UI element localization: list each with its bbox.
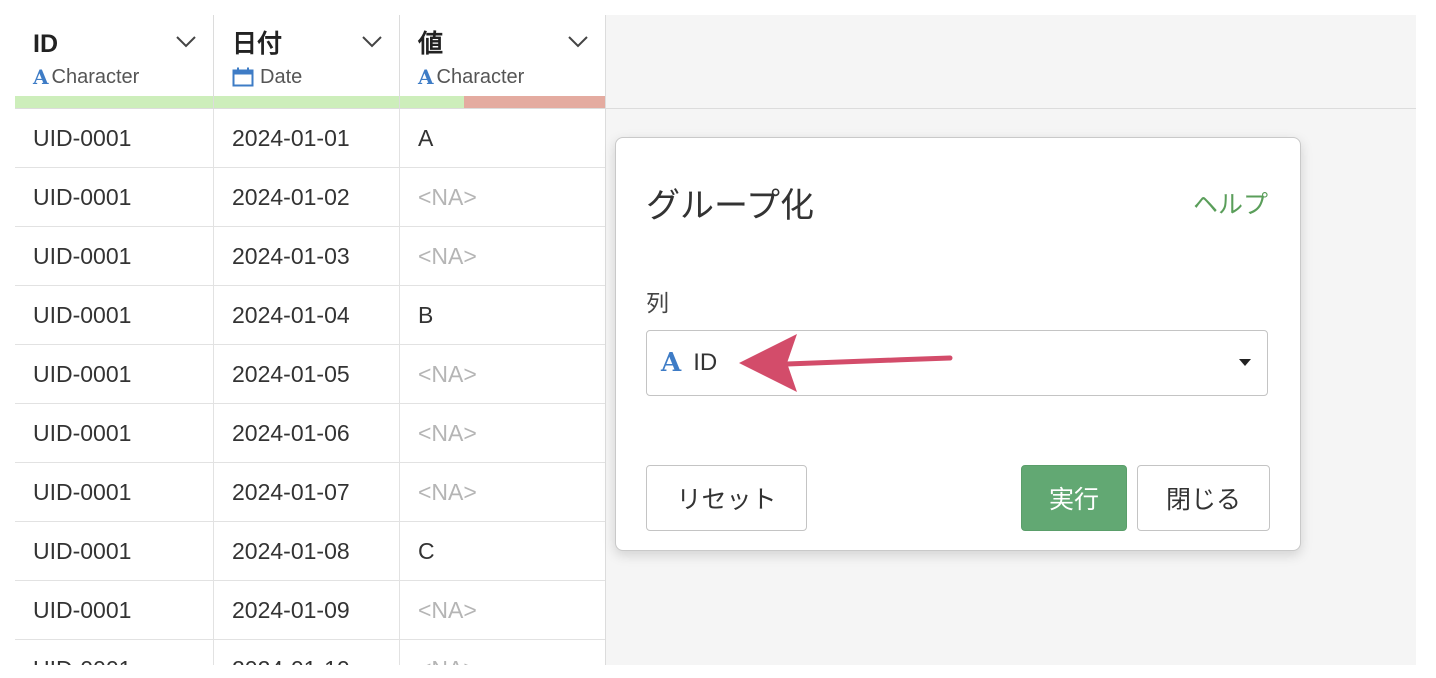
table-row[interactable]: UID-0001 2024-01-03 <NA> xyxy=(15,227,605,286)
quality-ok-segment xyxy=(214,96,399,108)
column-field-label: 列 xyxy=(646,290,669,316)
table-row[interactable]: UID-0001 2024-01-06 <NA> xyxy=(15,404,605,463)
table-cell-value[interactable]: B xyxy=(400,286,605,344)
table-row[interactable]: UID-0001 2024-01-05 <NA> xyxy=(15,345,605,404)
selected-column-value: ID xyxy=(693,349,718,376)
table-cell-value[interactable]: <NA> xyxy=(400,227,605,285)
chevron-down-icon[interactable] xyxy=(567,35,589,49)
caret-down-icon xyxy=(1239,359,1251,366)
column-type-label: Character xyxy=(51,66,140,88)
column-header-date[interactable]: 日付 Date xyxy=(214,15,400,108)
table-cell-value[interactable]: <NA> xyxy=(400,581,605,639)
table-cell-date[interactable]: 2024-01-09 xyxy=(214,581,400,639)
column-headers: ID A Character 日付 Date 値 A Character xyxy=(15,15,605,109)
group-by-dialog: グループ化 ヘルプ 列 A ID リセット 実行 閉じる xyxy=(615,137,1301,551)
column-select[interactable]: A ID xyxy=(646,330,1268,396)
character-type-icon: A xyxy=(418,65,434,89)
column-name: 値 xyxy=(418,30,444,58)
dialog-title: グループ化 xyxy=(646,187,814,225)
table-cell-date[interactable]: 2024-01-06 xyxy=(214,404,400,462)
table-cell-date[interactable]: 2024-01-04 xyxy=(214,286,400,344)
table-cell-id[interactable]: UID-0001 xyxy=(15,463,214,521)
table-cell-value[interactable]: <NA> xyxy=(400,345,605,403)
chevron-down-icon[interactable] xyxy=(361,35,383,49)
table-cell-value[interactable]: <NA> xyxy=(400,640,605,666)
table-cell-value[interactable]: <NA> xyxy=(400,168,605,226)
table-row[interactable]: UID-0001 2024-01-01 A xyxy=(15,109,605,168)
table-cell-date[interactable]: 2024-01-08 xyxy=(214,522,400,580)
table-cell-value[interactable]: C xyxy=(400,522,605,580)
table-cell-date[interactable]: 2024-01-02 xyxy=(214,168,400,226)
table-cell-date[interactable]: 2024-01-01 xyxy=(214,109,400,167)
table-row[interactable]: UID-0001 2024-01-09 <NA> xyxy=(15,581,605,640)
table-cell-id[interactable]: UID-0001 xyxy=(15,286,214,344)
character-type-icon: A xyxy=(661,348,682,378)
close-button[interactable]: 閉じる xyxy=(1137,465,1270,531)
column-type: Date xyxy=(232,65,381,89)
table-cell-date[interactable]: 2024-01-03 xyxy=(214,227,400,285)
table-row[interactable]: UID-0001 2024-01-07 <NA> xyxy=(15,463,605,522)
table-row[interactable]: UID-0001 2024-01-02 <NA> xyxy=(15,168,605,227)
table-cell-id[interactable]: UID-0001 xyxy=(15,109,214,167)
quality-ok-segment xyxy=(15,96,213,108)
column-type-label: Date xyxy=(260,66,303,88)
calendar-icon xyxy=(232,67,254,87)
table-cell-value[interactable]: <NA> xyxy=(400,463,605,521)
table-cell-date[interactable]: 2024-01-05 xyxy=(214,345,400,403)
table-cell-id[interactable]: UID-0001 xyxy=(15,522,214,580)
table-cell-date[interactable]: 2024-01-10 xyxy=(214,640,400,665)
table-cell-id[interactable]: UID-0001 xyxy=(15,581,214,639)
column-header-value[interactable]: 値 A Character xyxy=(400,15,605,108)
chevron-down-icon[interactable] xyxy=(175,35,197,49)
table-body: UID-0001 2024-01-01 A UID-0001 2024-01-02 <NA… xyxy=(15,109,605,665)
table-cell-id[interactable]: UID-0001 xyxy=(15,168,214,226)
character-type-icon: A xyxy=(33,65,49,89)
page: ID A Character 日付 Date 値 A Character UID… xyxy=(0,0,1436,678)
data-quality-bar xyxy=(214,96,399,108)
quality-ok-segment xyxy=(400,96,464,108)
run-button[interactable]: 実行 xyxy=(1021,465,1127,531)
data-table: ID A Character 日付 Date 値 A Character UID… xyxy=(15,15,606,665)
column-name: 日付 xyxy=(232,30,283,58)
help-link[interactable]: ヘルプ xyxy=(1193,190,1268,220)
column-name: ID xyxy=(33,30,58,58)
table-cell-id[interactable]: UID-0001 xyxy=(15,227,214,285)
table-row[interactable]: UID-0001 2024-01-08 C xyxy=(15,522,605,581)
table-cell-id[interactable]: UID-0001 xyxy=(15,404,214,462)
column-header-id[interactable]: ID A Character xyxy=(15,15,214,108)
table-cell-value[interactable]: <NA> xyxy=(400,404,605,462)
table-cell-id[interactable]: UID-0001 xyxy=(15,640,214,665)
data-quality-bar xyxy=(400,96,605,108)
data-quality-bar xyxy=(15,96,213,108)
reset-button[interactable]: リセット xyxy=(646,465,807,531)
column-type: A Character xyxy=(418,65,587,89)
column-type: A Character xyxy=(33,65,195,89)
table-cell-value[interactable]: A xyxy=(400,109,605,167)
table-row[interactable]: UID-00012024-01-10<NA> xyxy=(15,640,605,665)
column-type-label: Character xyxy=(436,66,525,88)
quality-missing-segment xyxy=(463,96,605,108)
table-cell-id[interactable]: UID-0001 xyxy=(15,345,214,403)
table-row[interactable]: UID-0001 2024-01-04 B xyxy=(15,286,605,345)
table-cell-date[interactable]: 2024-01-07 xyxy=(214,463,400,521)
